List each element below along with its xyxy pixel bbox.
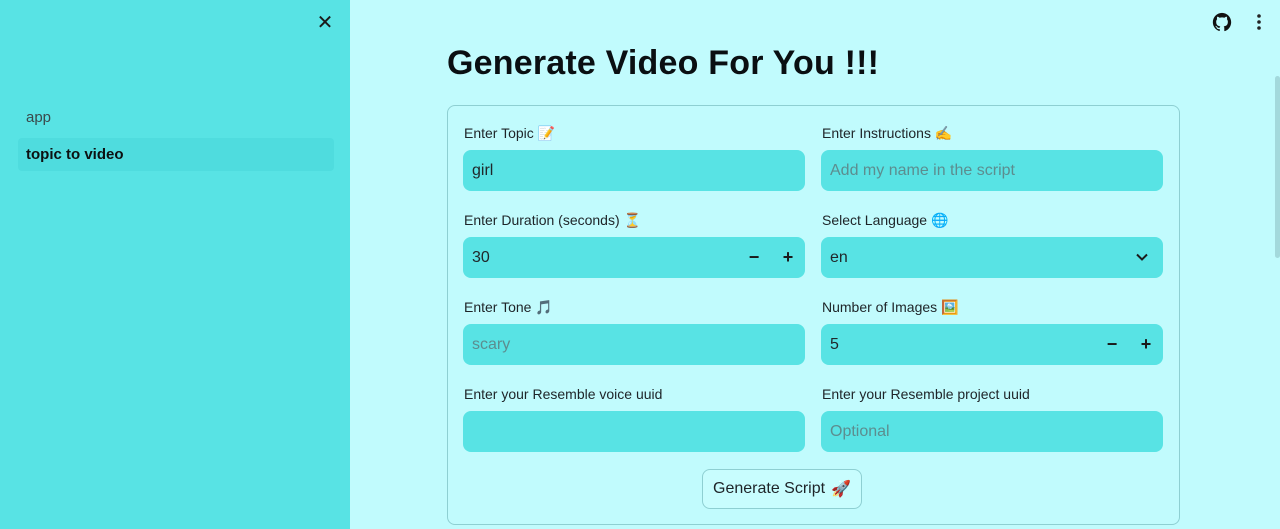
scrollbar-thumb[interactable] xyxy=(1275,76,1280,258)
topic-input[interactable]: girl xyxy=(463,150,805,191)
hourglass-icon: ⏳ xyxy=(623,212,641,228)
sidebar-item-label: app xyxy=(26,109,52,126)
memo-icon: 📝 xyxy=(537,125,556,141)
duration-stepper[interactable]: 30 − + xyxy=(463,237,805,278)
language-select[interactable]: en xyxy=(821,237,1163,278)
sidebar-item-topic-to-video[interactable]: topic to video xyxy=(18,138,334,171)
rocket-icon: 🚀 xyxy=(831,481,851,498)
tone-label: Enter Tone 🎵 xyxy=(464,299,553,315)
project-uuid-input[interactable]: Optional xyxy=(821,411,1163,452)
duration-label: Enter Duration (seconds) ⏳ xyxy=(464,212,641,228)
close-icon[interactable]: ✕ xyxy=(314,12,336,34)
instructions-input[interactable]: Add my name in the script xyxy=(821,150,1163,191)
language-label: Select Language 🌐 xyxy=(822,212,949,228)
project-uuid-label: Enter your Resemble project uuid xyxy=(822,386,1030,402)
generate-script-button[interactable]: Generate Script 🚀 xyxy=(702,469,862,509)
voice-uuid-input[interactable] xyxy=(463,411,805,452)
images-label: Number of Images 🖼️ xyxy=(822,299,959,315)
decrement-button[interactable]: − xyxy=(1095,324,1129,365)
github-icon[interactable] xyxy=(1211,11,1233,33)
increment-button[interactable]: + xyxy=(1129,324,1163,365)
picture-icon: 🖼️ xyxy=(941,299,959,315)
voice-uuid-label: Enter your Resemble voice uuid xyxy=(464,386,663,402)
globe-icon: 🌐 xyxy=(930,212,949,228)
sidebar-item-label: topic to video xyxy=(26,146,124,163)
sidebar: ✕ app topic to video xyxy=(0,0,350,529)
sidebar-item-app[interactable]: app xyxy=(18,101,334,134)
page-title: Generate Video For You !!! xyxy=(447,44,880,82)
increment-button[interactable]: + xyxy=(771,237,805,278)
instructions-label: Enter Instructions ✍️ xyxy=(822,125,953,141)
images-stepper[interactable]: 5 − + xyxy=(821,324,1163,365)
chevron-down-icon xyxy=(1135,250,1149,264)
topic-label: Enter Topic 📝 xyxy=(464,125,556,141)
more-vertical-icon[interactable] xyxy=(1248,11,1270,33)
writing-hand-icon: ✍️ xyxy=(934,125,953,141)
decrement-button[interactable]: − xyxy=(737,237,771,278)
music-note-icon: 🎵 xyxy=(535,299,553,315)
tone-input[interactable]: scary xyxy=(463,324,805,365)
